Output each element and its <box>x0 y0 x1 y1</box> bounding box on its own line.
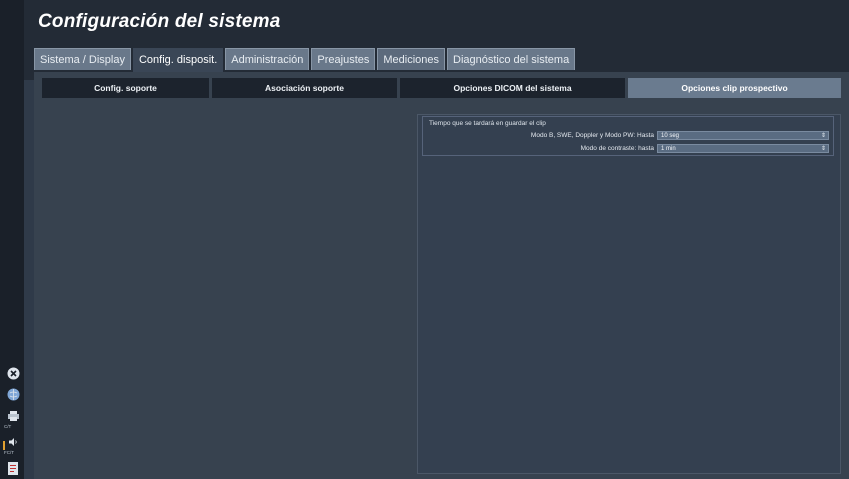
volume-indicator <box>3 441 5 450</box>
group-title: Tiempo que se tardará en guardar el clip <box>429 120 546 127</box>
speaker-label: FC/T <box>4 450 14 455</box>
select-arrow-icon: ⇕ <box>820 132 826 139</box>
sub-tabs: Config. soporte Asociación soporte Opcio… <box>42 78 841 98</box>
tab-administracion[interactable]: Administración <box>225 48 310 70</box>
contrast-duration-label: Modo de contraste: hasta <box>580 144 654 152</box>
bmode-duration-label: Modo B, SWE, Doppler y Modo PW: Hasta <box>530 131 654 139</box>
tab-sistema-display[interactable]: Sistema / Display <box>34 48 131 70</box>
left-rail: C/T FC/T <box>0 0 24 479</box>
subtab-opciones-dicom[interactable]: Opciones DICOM del sistema <box>400 78 625 98</box>
contrast-duration-select[interactable]: 1 min ⇕ <box>657 143 829 153</box>
bmode-duration-value: 10 seg <box>661 132 680 139</box>
printer-label: C/T <box>4 424 12 429</box>
tab-diagnostico-sistema[interactable]: Diagnóstico del sistema <box>447 48 576 70</box>
bmode-duration-select[interactable]: 10 seg ⇕ <box>657 130 829 140</box>
main-tabs: Sistema / Display Config. disposit. Admi… <box>34 48 576 72</box>
tab-config-disposit[interactable]: Config. disposit. <box>132 48 224 72</box>
tab-mediciones[interactable]: Mediciones <box>377 48 446 70</box>
main-content: Config. soporte Asociación soporte Opcio… <box>34 72 849 479</box>
row-contrast-duration: Modo de contraste: hasta 1 min ⇕ <box>581 143 829 153</box>
clip-save-time-group: Tiempo que se tardará en guardar el clip… <box>422 116 834 156</box>
row-bmode-duration: Modo B, SWE, Doppler y Modo PW: Hasta 10… <box>531 130 829 140</box>
speaker-icon[interactable] <box>6 435 20 449</box>
contrast-duration-value: 1 min <box>661 145 676 152</box>
select-arrow-icon: ⇕ <box>820 145 826 152</box>
subtab-opciones-clip[interactable]: Opciones clip prospectivo <box>628 78 841 98</box>
subtab-config-soporte[interactable]: Config. soporte <box>42 78 209 98</box>
printer-icon[interactable] <box>6 409 20 423</box>
close-circle-icon[interactable] <box>6 366 20 380</box>
document-icon[interactable] <box>6 461 20 475</box>
subtab-asociacion-soporte[interactable]: Asociación soporte <box>212 78 397 98</box>
clip-options-panel: Tiempo que se tardará en guardar el clip… <box>417 114 841 474</box>
page-title: Configuración del sistema <box>38 11 281 32</box>
tab-preajustes[interactable]: Preajustes <box>311 48 376 70</box>
globe-icon[interactable] <box>6 387 20 401</box>
